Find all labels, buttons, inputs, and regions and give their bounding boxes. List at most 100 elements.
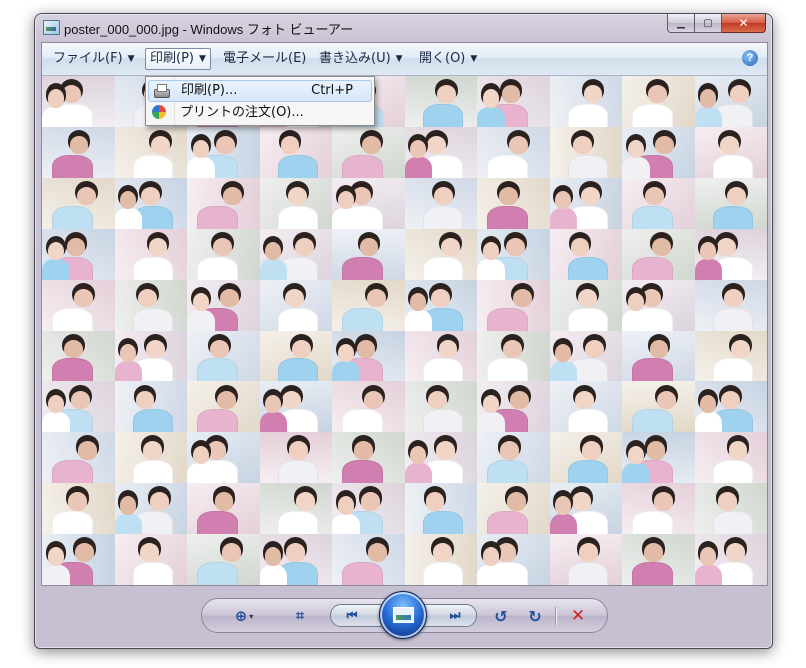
slideshow-button[interactable] bbox=[379, 591, 427, 639]
print-dropdown-menu: 印刷(P)... Ctrl+P プリントの注文(O)... bbox=[145, 76, 375, 126]
rotate-left-button[interactable]: ↺ bbox=[491, 606, 511, 626]
photo-tile bbox=[404, 534, 477, 585]
photo-tile bbox=[42, 76, 115, 127]
photo-tile bbox=[187, 177, 260, 229]
photo-tile bbox=[694, 483, 767, 535]
previous-button[interactable]: ⏮ bbox=[335, 606, 369, 625]
window-title: poster_000_000.jpg - Windows フォト ビューアー bbox=[64, 22, 354, 37]
photo-tile bbox=[404, 177, 477, 229]
menu-burn-label: 書き込み(U) bbox=[319, 51, 391, 66]
rotate-right-icon: ↻ bbox=[528, 606, 542, 626]
photo-tile bbox=[187, 279, 260, 331]
photo-tile bbox=[187, 228, 260, 280]
photo-tile bbox=[332, 534, 405, 585]
photo-tile bbox=[694, 228, 767, 280]
photo-tile bbox=[404, 432, 477, 484]
rotate-right-button[interactable]: ↻ bbox=[525, 606, 545, 626]
photo-tile bbox=[259, 126, 332, 178]
photo-tile bbox=[477, 381, 550, 433]
photo-tile bbox=[332, 228, 405, 280]
photo-tile bbox=[622, 177, 695, 229]
help-icon[interactable]: ? bbox=[742, 50, 758, 66]
photo-collage-image bbox=[42, 76, 767, 585]
photo-tile bbox=[114, 126, 187, 178]
photo-tile bbox=[477, 126, 550, 178]
menu-burn[interactable]: 書き込み(U) ▼ bbox=[314, 49, 408, 69]
photo-tile bbox=[549, 76, 622, 127]
photo-tile bbox=[114, 330, 187, 382]
next-button[interactable]: ⏭ bbox=[438, 606, 472, 625]
photo-tile bbox=[259, 534, 332, 585]
photo-tile bbox=[622, 279, 695, 331]
menu-item-print[interactable]: 印刷(P)... Ctrl+P bbox=[148, 80, 372, 102]
separator bbox=[555, 607, 556, 625]
photo-tile bbox=[622, 76, 695, 127]
photo-tile bbox=[114, 228, 187, 280]
photo-tile bbox=[187, 381, 260, 433]
photo-tile bbox=[694, 126, 767, 178]
photo-tile bbox=[404, 126, 477, 178]
photo-tile bbox=[42, 126, 115, 178]
delete-button[interactable]: ✕ bbox=[568, 606, 588, 626]
chevron-down-icon: ▼ bbox=[395, 54, 403, 64]
photo-tile bbox=[42, 228, 115, 280]
photo-tile bbox=[42, 381, 115, 433]
photo-tile bbox=[114, 177, 187, 229]
photo-tile bbox=[259, 483, 332, 535]
menu-open-label: 開く(O) bbox=[419, 51, 466, 66]
photo-display-area[interactable] bbox=[42, 76, 767, 585]
menu-file[interactable]: ファイル(F) ▼ bbox=[48, 49, 140, 69]
photo-tile bbox=[404, 381, 477, 433]
photo-tile bbox=[477, 177, 550, 229]
menu-open[interactable]: 開く(O) ▼ bbox=[414, 49, 482, 69]
menu-email[interactable]: 電子メール(E) bbox=[218, 49, 311, 69]
title-bar[interactable]: poster_000_000.jpg - Windows フォト ビューアー ▁… bbox=[35, 14, 772, 42]
photo-tile bbox=[477, 279, 550, 331]
photo-tile bbox=[549, 381, 622, 433]
actual-size-button[interactable]: ⌗ bbox=[290, 606, 310, 626]
photo-tile bbox=[404, 483, 477, 535]
photo-tile bbox=[114, 432, 187, 484]
photo-viewer-app-icon[interactable] bbox=[43, 20, 60, 35]
playback-controls: ⊕ ▾ ⌗ ⏮ ⏭ ↺ ↻ ✕ bbox=[201, 591, 608, 639]
menu-item-order-prints[interactable]: プリントの注文(O)... bbox=[148, 102, 372, 124]
minimize-button[interactable]: ▁ bbox=[667, 14, 695, 33]
photo-tile bbox=[114, 279, 187, 331]
photo-tile bbox=[42, 534, 115, 585]
photo-tile bbox=[622, 381, 695, 433]
photo-tile bbox=[622, 228, 695, 280]
photo-tile bbox=[332, 483, 405, 535]
photo-tile bbox=[259, 381, 332, 433]
maximize-button[interactable]: ▢ bbox=[695, 14, 722, 33]
delete-icon: ✕ bbox=[570, 606, 586, 626]
menu-print-label: 印刷(P) bbox=[150, 51, 194, 66]
photo-tile bbox=[404, 76, 477, 127]
photo-tile bbox=[259, 330, 332, 382]
photo-tile bbox=[549, 432, 622, 484]
previous-icon: ⏮ bbox=[346, 608, 358, 622]
menu-file-label: ファイル(F) bbox=[53, 51, 123, 66]
zoom-button[interactable]: ⊕ ▾ bbox=[228, 606, 260, 626]
photo-tile bbox=[42, 177, 115, 229]
chevron-down-icon: ▼ bbox=[470, 54, 478, 64]
photo-tile bbox=[332, 330, 405, 382]
fit-window-icon: ⌗ bbox=[296, 608, 304, 624]
close-button[interactable]: ✕ bbox=[722, 14, 766, 33]
photo-tile bbox=[187, 330, 260, 382]
photo-tile bbox=[404, 330, 477, 382]
photo-tile bbox=[477, 76, 550, 127]
photo-tile bbox=[694, 381, 767, 433]
photo-tile bbox=[42, 330, 115, 382]
menu-print[interactable]: 印刷(P) ▼ bbox=[145, 48, 211, 70]
photo-tile bbox=[694, 76, 767, 127]
photo-tile bbox=[694, 279, 767, 331]
photo-tile bbox=[549, 177, 622, 229]
photo-tile bbox=[114, 381, 187, 433]
menu-toolbar: ファイル(F) ▼ 印刷(P) ▼ 電子メール(E) 書き込み(U) ▼ 開く(O) ▼… bbox=[42, 43, 767, 76]
next-icon: ⏭ bbox=[449, 608, 461, 622]
photo-tile bbox=[694, 534, 767, 585]
photo-tile bbox=[549, 228, 622, 280]
photo-tile bbox=[404, 279, 477, 331]
photo-tile bbox=[477, 228, 550, 280]
photo-tile bbox=[259, 432, 332, 484]
